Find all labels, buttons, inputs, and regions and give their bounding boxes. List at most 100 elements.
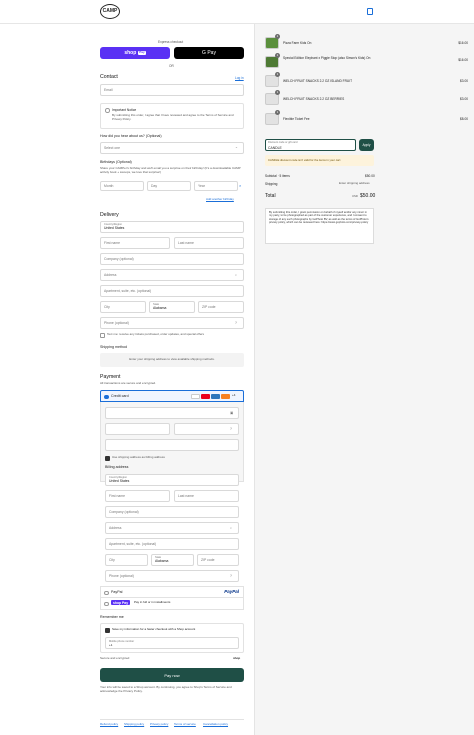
phone-field[interactable]: Phone (optional)?: [100, 317, 244, 329]
use-shipping-checkbox[interactable]: [105, 456, 110, 461]
footer-link-shipping[interactable]: Shipping policy: [124, 722, 144, 727]
credit-card-option[interactable]: Credit card +4: [100, 390, 244, 402]
billing-last-name-field[interactable]: Last name: [174, 490, 239, 502]
footer-divider: [100, 719, 244, 720]
subtotal-label: Subtotal · 5 items: [265, 174, 290, 178]
paypal-radio[interactable]: [104, 590, 109, 595]
delivery-title: Delivery: [100, 212, 119, 218]
company-field[interactable]: Company (optional): [100, 253, 244, 265]
item-name: WELCH FRUIT SNACKS 2.2 OZ ISLAND FRUIT: [283, 79, 353, 83]
legal-text: Your info will be saved to a Shop accoun…: [100, 685, 232, 693]
shoppay-radio[interactable]: [104, 601, 109, 606]
billing-country-select[interactable]: Country/Region United States: [105, 474, 239, 486]
email-field[interactable]: Email: [100, 84, 244, 96]
shop-tag: shop: [233, 656, 241, 660]
login-link[interactable]: Log in: [235, 76, 244, 80]
notice-radio[interactable]: [105, 108, 110, 113]
shop-pay-tag: Pay: [138, 50, 146, 55]
billing-address-field[interactable]: Address ⌕: [105, 522, 239, 534]
shop-pay-button[interactable]: shop Pay: [100, 47, 170, 59]
apply-button[interactable]: Apply: [359, 139, 374, 151]
secure-text: Secure and encrypted: [100, 656, 130, 660]
mobile-label: Mobile phone number: [109, 639, 135, 643]
item-price: $16.00: [458, 41, 468, 45]
credit-card-radio[interactable]: [104, 394, 109, 399]
first-name-field[interactable]: First name: [100, 237, 170, 249]
billing-title: Billing address: [105, 465, 129, 469]
paypal-option[interactable]: PayPal PayPal: [100, 586, 244, 598]
item-price: $8.00: [460, 117, 468, 121]
save-info-checkbox[interactable]: [105, 628, 110, 633]
discover-icon: [221, 394, 230, 399]
item-name: Flexible Ticket Fee: [283, 117, 310, 121]
remove-icon[interactable]: ×: [239, 183, 241, 188]
heard-select[interactable]: Select one ⌄: [100, 142, 244, 154]
text-offers-label: Text me: receive any tickets purchased, …: [107, 332, 204, 336]
use-shipping-label: Use shipping address as billing address: [112, 455, 165, 459]
help-icon[interactable]: ?: [230, 427, 235, 432]
billing-city-field[interactable]: City: [105, 554, 148, 566]
item-name: Special Edition Elephant x Piggie Stop (…: [283, 56, 371, 60]
shipping-label: Shipping: [265, 182, 278, 186]
discount-error: CANDLE discount code isn't valid for the…: [265, 155, 374, 166]
item-price: $16.00: [458, 58, 468, 62]
discount-field[interactable]: Discount code or gift card CANDLE: [265, 139, 356, 151]
pay-now-button[interactable]: Pay now: [100, 668, 244, 682]
zip-field[interactable]: ZIP code: [198, 301, 244, 313]
last-name-field[interactable]: Last name: [174, 237, 244, 249]
country-value: United States: [104, 226, 125, 231]
billing-state-select[interactable]: State Alabama: [151, 554, 194, 566]
billing-phone-field[interactable]: Phone (optional)?: [105, 570, 239, 582]
footer-link-terms[interactable]: Terms of service: [174, 722, 196, 727]
or-divider: OR: [169, 64, 174, 68]
country-select[interactable]: Country/Region United States: [100, 221, 244, 233]
help-icon[interactable]: ?: [230, 574, 235, 579]
expiration-field[interactable]: [105, 423, 170, 435]
notice-text: By submitting this order, I agree that I…: [112, 113, 234, 121]
card-number-field[interactable]: ▣: [105, 407, 239, 419]
qty-badge: 1: [275, 53, 280, 58]
mobile-phone-field[interactable]: Mobile phone number +1: [105, 637, 239, 649]
billing-apartment-field[interactable]: Apartment, suite, etc. (optional): [105, 538, 239, 550]
subtotal-value: $50.00: [365, 174, 375, 178]
mastercard-icon: [201, 394, 210, 399]
more-brands: +4: [232, 393, 236, 397]
state-select[interactable]: State Alabama: [149, 301, 195, 313]
discount-value: CANDLE: [268, 145, 282, 150]
qty-badge: 1: [275, 90, 280, 95]
footer-link-privacy[interactable]: Privacy policy: [150, 722, 168, 727]
important-notice-box: Important Notice By submitting this orde…: [100, 103, 244, 129]
apartment-field[interactable]: Apartment, suite, etc. (optional): [100, 285, 244, 297]
city-field[interactable]: City: [100, 301, 146, 313]
phone-placeholder: Phone (optional): [104, 320, 129, 325]
qty-badge: 1: [275, 72, 280, 77]
footer-link-cancellation[interactable]: Cancellation policy: [203, 722, 228, 727]
month-select[interactable]: Month: [100, 181, 144, 191]
billing-first-name-field[interactable]: First name: [105, 490, 170, 502]
lock-icon: ▣: [230, 411, 234, 415]
day-select[interactable]: Day: [147, 181, 191, 191]
item-name: Pizza Farm Kids On: [283, 41, 312, 45]
paypal-label: PayPal: [111, 590, 123, 594]
shipping-note: Enter your shipping address to view avai…: [100, 353, 244, 367]
footer-link-refund[interactable]: Refund policy: [100, 722, 118, 727]
google-pay-button[interactable]: G Pay: [174, 47, 244, 59]
item-name: WELCH FRUIT SNACKS 2.2 OZ BERRIES: [283, 97, 345, 101]
billing-zip-field[interactable]: ZIP code: [197, 554, 239, 566]
text-offers-checkbox[interactable]: [100, 333, 105, 338]
shoppay-option[interactable]: shop Pay Pay in full or in installments: [100, 598, 244, 610]
year-select[interactable]: Year: [194, 181, 238, 191]
item-price: $3.00: [460, 79, 468, 83]
add-birthday-link[interactable]: Add another birthday: [206, 197, 234, 202]
help-icon[interactable]: ?: [235, 321, 240, 326]
address-field[interactable]: Address ⌕: [100, 269, 244, 281]
photo-notice: By submitting this order, I grant permis…: [265, 208, 374, 244]
security-code-field[interactable]: ?: [174, 423, 239, 435]
payment-title: Payment: [100, 374, 121, 380]
item-price: $3.00: [460, 97, 468, 101]
bag-icon[interactable]: [367, 8, 373, 15]
camp-logo[interactable]: CAMP: [100, 4, 120, 19]
billing-company-field[interactable]: Company (optional): [105, 506, 239, 518]
paypal-logo: PayPal: [224, 589, 239, 594]
name-on-card-field[interactable]: [105, 439, 239, 451]
